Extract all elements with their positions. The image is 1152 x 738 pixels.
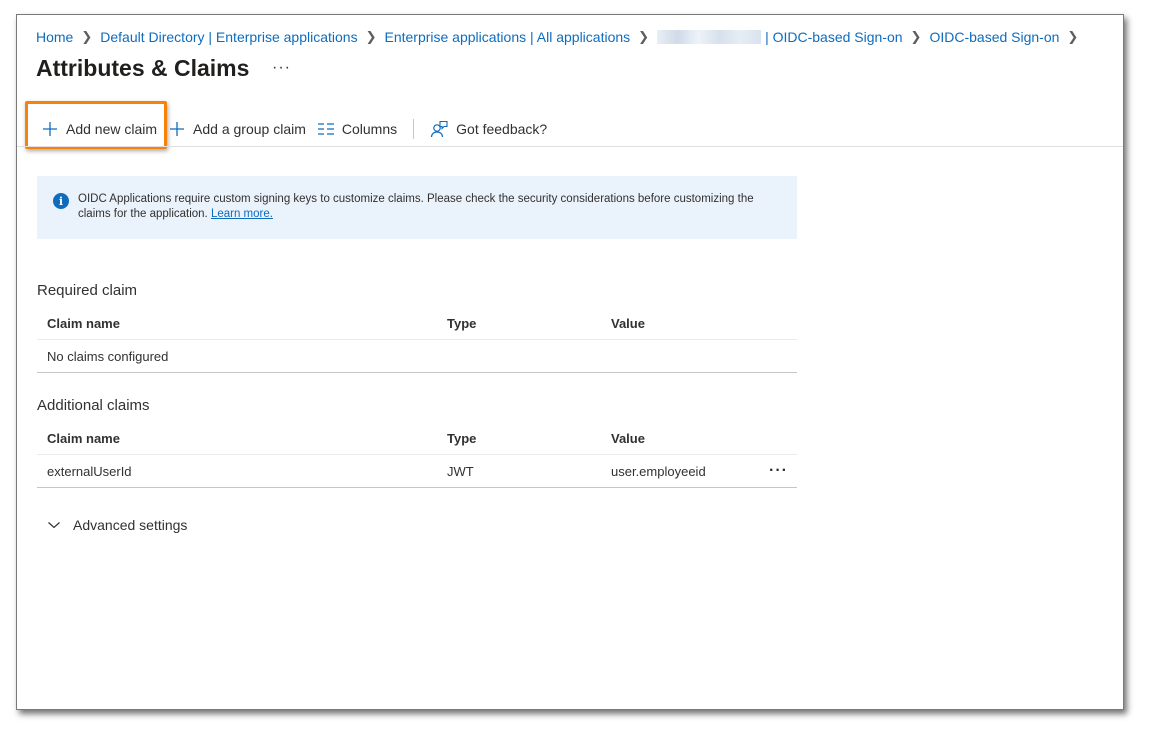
feedback-label: Got feedback? xyxy=(456,121,548,137)
info-icon: i xyxy=(53,193,69,209)
required-claims-table: Claim name Type Value No claims configur… xyxy=(37,307,797,373)
portal-window: Home ❯ Default Directory | Enterprise ap… xyxy=(16,14,1124,710)
empty-state-text: No claims configured xyxy=(47,348,169,364)
add-new-claim-button[interactable]: Add new claim xyxy=(36,115,163,143)
required-claim-heading: Required claim xyxy=(37,282,138,299)
breadcrumb-default-directory[interactable]: Default Directory | Enterprise applicati… xyxy=(100,29,357,45)
table-header-row: Claim name Type Value xyxy=(37,422,797,455)
columns-icon xyxy=(317,122,334,136)
chevron-right-icon: ❯ xyxy=(910,29,922,44)
chevron-right-icon: ❯ xyxy=(365,29,377,44)
command-bar: Add new claim Add a group claim Columns xyxy=(36,115,553,143)
chevron-right-icon: ❯ xyxy=(81,29,93,44)
add-group-claim-button[interactable]: Add a group claim xyxy=(163,115,312,143)
table-row[interactable]: externalUserId JWT user.employeeid ··· xyxy=(37,455,797,488)
breadcrumb-app-sign-on[interactable]: | OIDC-based Sign-on xyxy=(765,29,902,45)
page-title: Attributes & Claims xyxy=(36,55,250,81)
add-group-claim-label: Add a group claim xyxy=(193,121,306,137)
breadcrumb-home[interactable]: Home xyxy=(36,29,73,45)
row-more-options-button[interactable]: ··· xyxy=(769,462,788,480)
breadcrumb-all-applications[interactable]: Enterprise applications | All applicatio… xyxy=(384,29,630,45)
columns-label: Columns xyxy=(341,121,398,137)
column-header-claim-name[interactable]: Claim name xyxy=(47,431,120,446)
chevron-right-icon: ❯ xyxy=(638,29,650,44)
plus-icon xyxy=(42,121,58,137)
columns-button[interactable]: Columns xyxy=(312,115,403,143)
add-new-claim-label: Add new claim xyxy=(66,121,158,137)
redacted-app-name xyxy=(657,30,762,44)
feedback-icon xyxy=(430,120,448,138)
column-header-claim-name[interactable]: Claim name xyxy=(47,316,120,331)
breadcrumb-oidc-sign-on[interactable]: OIDC-based Sign-on xyxy=(929,29,1059,45)
claim-name-cell[interactable]: externalUserId xyxy=(47,464,132,479)
additional-claims-heading: Additional claims xyxy=(37,397,150,414)
chevron-down-icon xyxy=(47,520,61,530)
learn-more-link[interactable]: Learn more. xyxy=(211,208,273,220)
claim-type-cell: JWT xyxy=(447,463,474,479)
feedback-button[interactable]: Got feedback? xyxy=(424,115,553,143)
additional-claims-table: Claim name Type Value externalUserId JWT… xyxy=(37,422,797,488)
table-row: No claims configured xyxy=(37,340,797,373)
advanced-settings-toggle[interactable]: Advanced settings xyxy=(47,517,187,533)
breadcrumb: Home ❯ Default Directory | Enterprise ap… xyxy=(36,27,1086,47)
column-header-value[interactable]: Value xyxy=(611,431,645,446)
chevron-right-icon: ❯ xyxy=(1067,29,1079,44)
more-options-button[interactable]: ··· xyxy=(272,59,291,77)
toolbar-divider-line xyxy=(17,146,1123,147)
toolbar-divider xyxy=(413,119,415,139)
advanced-settings-label: Advanced settings xyxy=(73,517,188,533)
info-banner: i OIDC Applications require custom signi… xyxy=(37,176,797,239)
column-header-type[interactable]: Type xyxy=(447,316,476,331)
table-header-row: Claim name Type Value xyxy=(37,307,797,340)
plus-icon xyxy=(169,121,185,137)
claim-value-cell: user.employeeid xyxy=(611,463,706,479)
info-text: OIDC Applications require custom signing… xyxy=(78,193,754,220)
column-header-value[interactable]: Value xyxy=(611,316,645,331)
column-header-type[interactable]: Type xyxy=(447,431,476,446)
